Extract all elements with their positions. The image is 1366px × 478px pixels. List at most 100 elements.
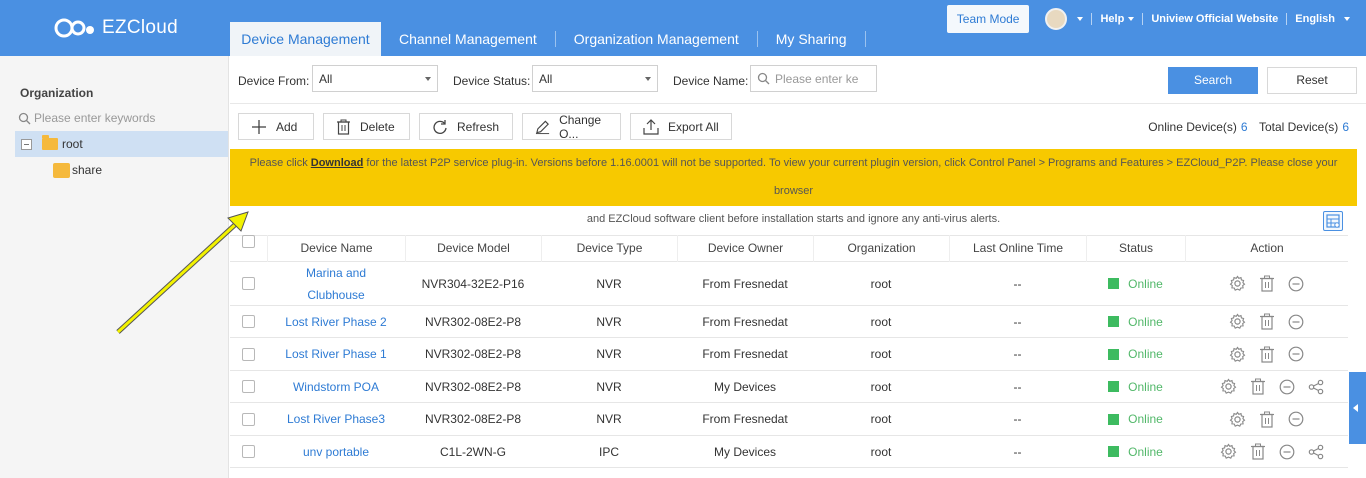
device-name-link[interactable]: Windstorm POA [267, 376, 405, 398]
gear-icon[interactable] [1229, 411, 1246, 428]
online-indicator-icon [1108, 348, 1120, 360]
device-organization: root [870, 347, 892, 361]
last-online-time: -- [1013, 314, 1022, 329]
side-panel-toggle[interactable] [1349, 372, 1366, 444]
share-icon[interactable] [1308, 379, 1324, 395]
row-checkbox[interactable] [242, 412, 255, 426]
status-badge: Online [1086, 277, 1185, 291]
status-badge: Online [1086, 347, 1185, 361]
last-online-time: -- [1013, 347, 1022, 361]
device-name-input[interactable]: Please enter ke [750, 65, 877, 92]
chevron-down-icon[interactable] [1077, 17, 1084, 21]
device-from-value: All [319, 72, 333, 86]
trash-icon[interactable] [1259, 275, 1275, 292]
app-logo[interactable]: EZCloud [54, 16, 178, 40]
table-row[interactable]: Marina and Clubhouse NVR304-32E2-P16 NVR Fr… [230, 262, 1348, 306]
language-menu[interactable]: English [1295, 13, 1335, 25]
header-device-type[interactable]: Device Type [541, 235, 677, 262]
add-label: Add [276, 119, 298, 134]
remove-circle-icon[interactable] [1288, 346, 1304, 362]
chevron-down-icon[interactable] [1128, 17, 1135, 21]
device-type: IPC [598, 444, 619, 459]
reset-button[interactable]: Reset [1267, 67, 1357, 94]
trash-icon[interactable] [1259, 313, 1275, 330]
export-icon [643, 118, 659, 135]
status-text: Online [1128, 379, 1163, 394]
official-website-link[interactable]: Uniview Official Website [1151, 13, 1278, 25]
header-device-owner[interactable]: Device Owner [677, 235, 813, 262]
search-button[interactable]: Search [1168, 67, 1258, 94]
row-checkbox[interactable] [242, 445, 255, 458]
device-name-link[interactable]: Lost River Phase 1 [267, 343, 405, 365]
refresh-button[interactable]: Refresh [419, 113, 513, 140]
trash-icon[interactable] [1259, 411, 1275, 428]
collapse-icon[interactable] [21, 138, 32, 150]
shared-folder-icon [53, 162, 70, 178]
device-name-link[interactable]: unv portable [267, 441, 405, 463]
header-last-online-time[interactable]: Last Online Time [949, 235, 1086, 262]
tree-node-root[interactable]: root [15, 131, 228, 157]
online-indicator-icon [1108, 446, 1120, 457]
header-device-name[interactable]: Device Name [267, 235, 405, 262]
trash-icon[interactable] [1259, 346, 1275, 363]
gear-icon[interactable] [1220, 443, 1237, 460]
device-name-link[interactable]: Lost River Phase 2 [267, 311, 405, 333]
chevron-down-icon[interactable] [1344, 17, 1350, 21]
notice-line-2: and EZCloud software client before insta… [586, 213, 1001, 225]
device-counts: Online Device(s) 6 Total Device(s) 6 [1148, 120, 1349, 134]
trash-icon[interactable] [1250, 378, 1266, 395]
table-row[interactable]: Lost River Phase 2 NVR302-08E2-P8 NVR From … [230, 306, 1348, 338]
header-status[interactable]: Status [1086, 235, 1185, 262]
tree-node-share[interactable]: share [53, 162, 102, 178]
row-checkbox[interactable] [242, 347, 255, 361]
export-all-button[interactable]: Export All [630, 113, 732, 140]
remove-circle-icon[interactable] [1288, 276, 1304, 292]
remove-circle-icon[interactable] [1288, 411, 1304, 427]
device-organization: root [870, 276, 892, 291]
device-status-select[interactable]: All [532, 65, 658, 92]
device-type: NVR [596, 347, 622, 361]
download-link[interactable]: Download [311, 157, 364, 169]
row-actions [1185, 275, 1348, 292]
remove-circle-icon[interactable] [1288, 314, 1304, 330]
remove-circle-icon[interactable] [1279, 379, 1295, 395]
device-model: NVR302-08E2-P8 [424, 314, 522, 329]
table-row[interactable]: Lost River Phase3 NVR302-08E2-P8 NVR From F… [230, 403, 1348, 436]
row-actions [1185, 346, 1348, 363]
gear-icon[interactable] [1229, 275, 1246, 292]
change-organization-button[interactable]: Change O... [522, 113, 621, 141]
tab-channel-management[interactable]: Channel Management [381, 22, 555, 56]
column-settings-button[interactable] [1323, 211, 1343, 231]
trash-icon[interactable] [1250, 443, 1266, 460]
org-search-input[interactable]: Please enter keywords [18, 111, 155, 125]
tab-organization-management[interactable]: Organization Management [556, 22, 757, 56]
table-row[interactable]: unv portable C1L-2WN-G IPC My Devices root --… [230, 436, 1348, 468]
row-checkbox[interactable] [242, 380, 255, 393]
status-text: Online [1128, 444, 1163, 459]
table-row[interactable]: Lost River Phase 1 NVR302-08E2-P8 NVR From … [230, 338, 1348, 371]
online-indicator-icon [1108, 278, 1120, 289]
online-indicator-icon [1108, 316, 1120, 327]
device-from-label: Device From: [238, 74, 310, 88]
team-mode-button[interactable]: Team Mode [946, 5, 1030, 33]
tab-device-management[interactable]: Device Management [230, 22, 381, 56]
device-name-link[interactable]: Marina and Clubhouse [267, 262, 405, 306]
last-online-time: -- [1013, 444, 1022, 459]
gear-icon[interactable] [1220, 378, 1237, 395]
gear-icon[interactable] [1229, 313, 1246, 330]
header-device-model[interactable]: Device Model [405, 235, 541, 262]
gear-icon[interactable] [1229, 346, 1246, 363]
avatar[interactable] [1045, 8, 1068, 30]
share-icon[interactable] [1308, 444, 1324, 460]
tab-my-sharing[interactable]: My Sharing [758, 22, 865, 56]
device-name-link[interactable]: Lost River Phase3 [267, 408, 405, 430]
table-row[interactable]: Windstorm POA NVR302-08E2-P8 NVR My Devices… [230, 371, 1348, 403]
remove-circle-icon[interactable] [1279, 444, 1295, 460]
header-organization[interactable]: Organization [813, 235, 949, 262]
device-from-select[interactable]: All [312, 65, 438, 92]
edit-icon [535, 120, 550, 134]
add-button[interactable]: Add [238, 113, 314, 140]
refresh-icon [433, 119, 447, 134]
help-menu[interactable]: Help [1100, 13, 1124, 25]
delete-button[interactable]: Delete [323, 113, 410, 140]
